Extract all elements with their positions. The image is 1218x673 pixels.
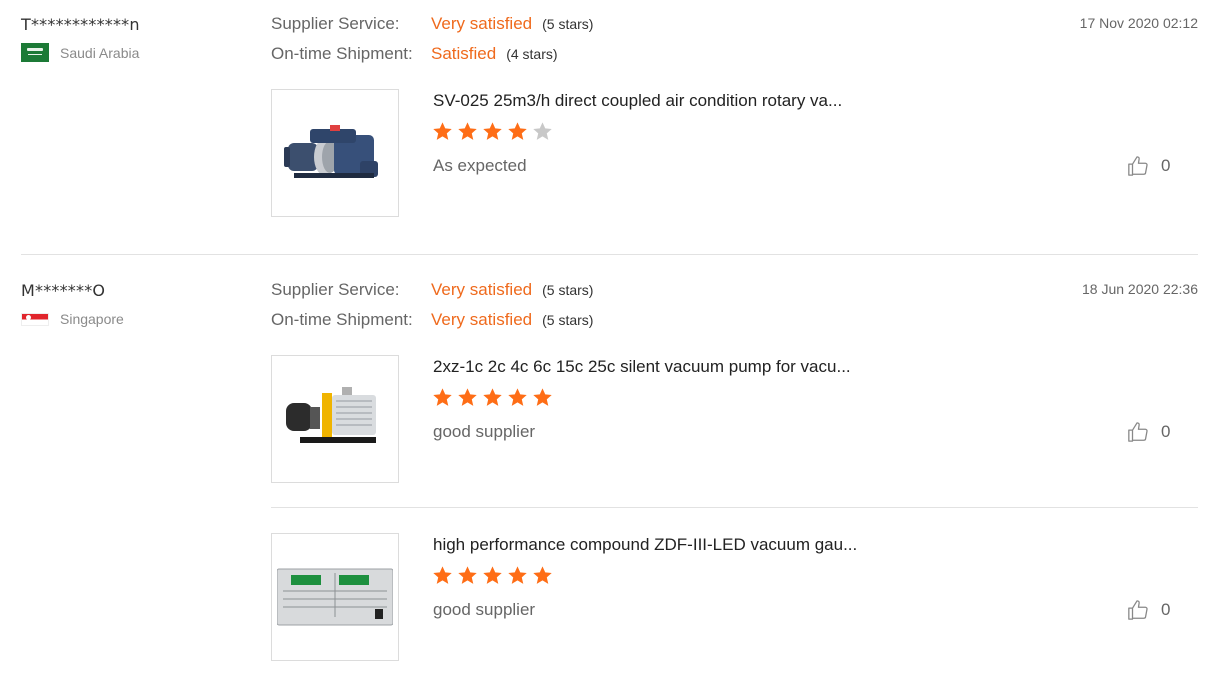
reviewer-name: M*******O — [21, 281, 106, 300]
supplier-service-value: Very satisfied — [431, 280, 533, 299]
supplier-service-row: Supplier Service: Very satisfied (5 star… — [271, 280, 593, 310]
supplier-service-value: Very satisfied — [431, 14, 533, 33]
product-star-rating — [432, 121, 553, 142]
product-divider — [271, 507, 1198, 508]
country-name: Singapore — [60, 311, 124, 327]
shipment-value: Satisfied — [431, 44, 497, 63]
product-review: SV-025 25m3/h direct coupled air conditi… — [271, 89, 1198, 217]
reviewer-info: T************n Saudi Arabia — [21, 15, 140, 62]
review-comment: As expected — [433, 156, 527, 175]
star-filled-icon — [483, 122, 502, 140]
like-button[interactable]: 0 — [1127, 599, 1170, 621]
country-name: Saudi Arabia — [60, 44, 140, 61]
star-filled-icon — [533, 388, 552, 406]
shipment-row: On-time Shipment: Satisfied (4 stars) — [271, 44, 593, 74]
reviewer-name: T************n — [21, 15, 140, 34]
star-empty-icon — [533, 122, 552, 140]
shipment-value: Very satisfied — [431, 310, 533, 329]
star-filled-icon — [508, 388, 527, 406]
like-count: 0 — [1161, 600, 1171, 619]
star-filled-icon — [508, 122, 527, 140]
like-button[interactable]: 0 — [1127, 155, 1170, 177]
product-thumbnail[interactable] — [271, 355, 399, 483]
supplier-service-stars: (5 stars) — [542, 16, 594, 32]
product-review: 2xz-1c 2c 4c 6c 15c 25c silent vacuum pu… — [271, 355, 1198, 483]
thumbs-up-icon — [1128, 422, 1148, 442]
supplier-service-row: Supplier Service: Very satisfied (5 star… — [271, 14, 593, 44]
product-thumbnail[interactable] — [271, 533, 399, 661]
product-review: high performance compound ZDF-III-LED va… — [271, 533, 1198, 661]
reviewer-info: M*******O Singapore — [21, 281, 124, 327]
product-thumbnail[interactable] — [271, 89, 399, 217]
star-filled-icon — [483, 388, 502, 406]
star-filled-icon — [458, 122, 477, 140]
thumbs-up-icon — [1128, 600, 1148, 620]
review-card: T************n Saudi Arabia Supplier Ser… — [0, 0, 1218, 254]
supplier-service-label: Supplier Service: — [271, 280, 400, 299]
shipment-stars: (5 stars) — [542, 312, 594, 328]
vacuum-gauge-controller-image — [277, 568, 393, 626]
review-comment: good supplier — [433, 600, 536, 619]
star-filled-icon — [533, 566, 552, 584]
supplier-service-label: Supplier Service: — [271, 14, 400, 33]
product-title[interactable]: SV-025 25m3/h direct coupled air conditi… — [433, 91, 842, 111]
star-filled-icon — [433, 388, 452, 406]
review-date: 18 Jun 2020 22:36 — [1082, 281, 1198, 297]
review-card: M*******O Singapore Supplier Service: Ve… — [0, 255, 1218, 673]
product-title[interactable]: 2xz-1c 2c 4c 6c 15c 25c silent vacuum pu… — [433, 357, 851, 377]
star-filled-icon — [433, 122, 452, 140]
like-count: 0 — [1161, 422, 1171, 441]
product-star-rating — [432, 565, 553, 586]
review-comment: good supplier — [433, 422, 536, 441]
singapore-flag-icon — [21, 312, 49, 326]
star-filled-icon — [508, 566, 527, 584]
product-title[interactable]: high performance compound ZDF-III-LED va… — [433, 535, 857, 555]
saudi-arabia-flag-icon — [21, 43, 49, 62]
star-filled-icon — [483, 566, 502, 584]
thumbs-up-icon — [1128, 156, 1148, 176]
shipment-stars: (4 stars) — [506, 46, 558, 62]
shipment-row: On-time Shipment: Very satisfied (5 star… — [271, 310, 593, 340]
two-stage-vacuum-pump-image — [286, 387, 376, 443]
star-filled-icon — [458, 388, 477, 406]
like-button[interactable]: 0 — [1127, 421, 1170, 443]
like-count: 0 — [1161, 156, 1171, 175]
star-filled-icon — [433, 566, 452, 584]
supplier-service-stars: (5 stars) — [542, 282, 594, 298]
product-star-rating — [432, 387, 553, 408]
review-date: 17 Nov 2020 02:12 — [1079, 15, 1198, 31]
shipment-label: On-time Shipment: — [271, 44, 413, 63]
shipment-label: On-time Shipment: — [271, 310, 413, 329]
rotary-vane-pump-image — [284, 125, 378, 178]
supplier-ratings: Supplier Service: Very satisfied (5 star… — [271, 280, 593, 340]
star-filled-icon — [458, 566, 477, 584]
supplier-ratings: Supplier Service: Very satisfied (5 star… — [271, 14, 593, 74]
reviewer-country: Saudi Arabia — [21, 43, 140, 62]
reviewer-country: Singapore — [21, 311, 124, 327]
